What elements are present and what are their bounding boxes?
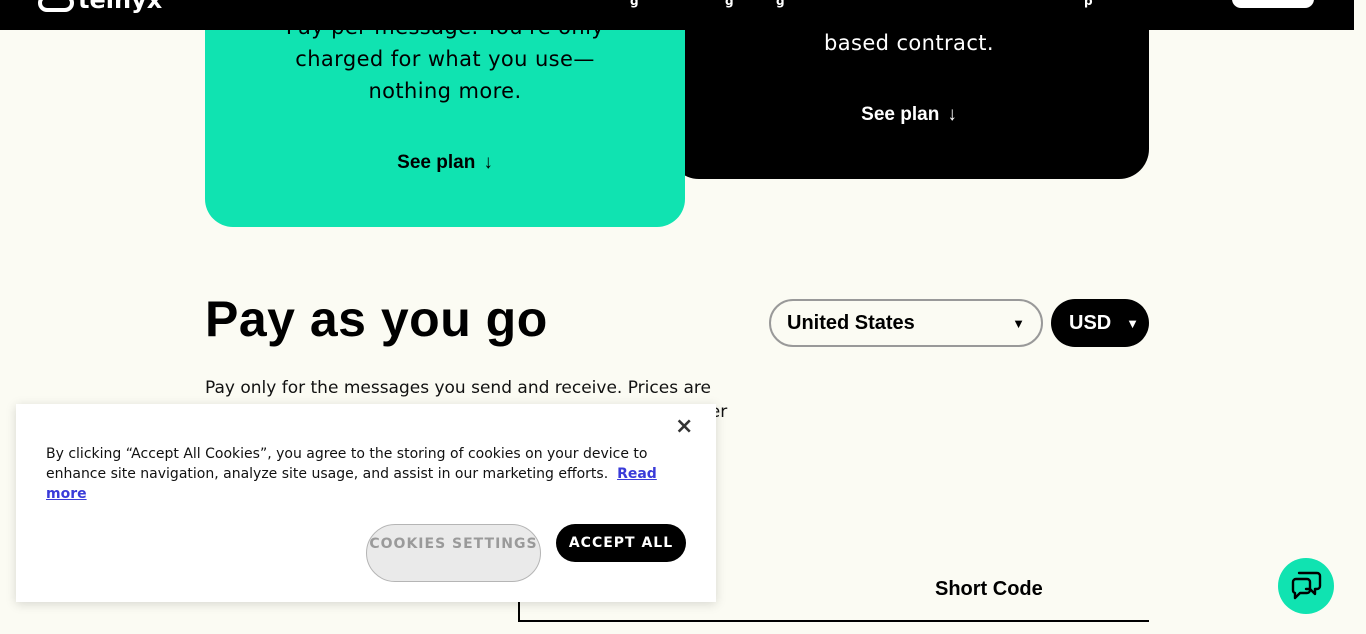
see-plan-button[interactable]: See plan ↓ (205, 152, 685, 174)
cookies-settings-button[interactable]: COOKIES SETTINGS (366, 524, 541, 582)
nav-cta-button[interactable] (1232, 0, 1314, 8)
cookie-text: By clicking “Accept All Cookies”, you ag… (46, 444, 676, 504)
cookie-banner: × By clicking “Accept All Cookies”, you … (16, 404, 716, 602)
chat-bubbles-icon (1291, 571, 1322, 600)
top-navbar: telnyx g g g p (0, 0, 1354, 30)
plan-card-pay-as-you-go: Pay per message. You're only charged for… (205, 0, 685, 227)
currency-select-value: USD (1069, 311, 1112, 334)
plan-card-description: based contract. (824, 31, 994, 55)
tab-short-code[interactable]: Short Code (935, 578, 1043, 601)
logo-mark-icon (38, 0, 74, 12)
logo[interactable]: telnyx (38, 0, 162, 12)
chevron-down-icon: ▼ (1012, 315, 1025, 331)
currency-select[interactable]: USD ▼ (1051, 299, 1149, 347)
see-plan-button[interactable]: See plan ↓ (669, 104, 1149, 126)
nav-item-fragment[interactable]: p (1084, 0, 1093, 8)
see-plan-label: See plan (397, 152, 476, 173)
nav-item-fragment[interactable]: g (630, 0, 639, 8)
country-select-value: United States (787, 311, 915, 334)
close-icon[interactable]: × (675, 414, 693, 439)
see-plan-label: See plan (861, 104, 940, 125)
page: telnyx g g g p based contract. See plan ↓… (0, 0, 1366, 634)
chevron-down-icon: ▼ (1126, 315, 1139, 331)
country-select[interactable]: United States ▼ (769, 299, 1043, 347)
accept-all-button[interactable]: ACCEPT ALL (556, 524, 686, 562)
section-description-line: Pay only for the messages you send and r… (205, 378, 711, 398)
arrow-down-icon: ↓ (947, 104, 957, 125)
arrow-down-icon: ↓ (483, 152, 493, 173)
nav-item-fragment[interactable]: g (776, 0, 785, 8)
tab-underline (518, 620, 1149, 622)
section-title: Pay as you go (205, 291, 548, 347)
chat-button[interactable] (1278, 558, 1334, 614)
nav-item-fragment[interactable]: g (725, 0, 734, 8)
logo-text: telnyx (78, 0, 163, 14)
cookie-message: By clicking “Accept All Cookies”, you ag… (46, 446, 648, 482)
